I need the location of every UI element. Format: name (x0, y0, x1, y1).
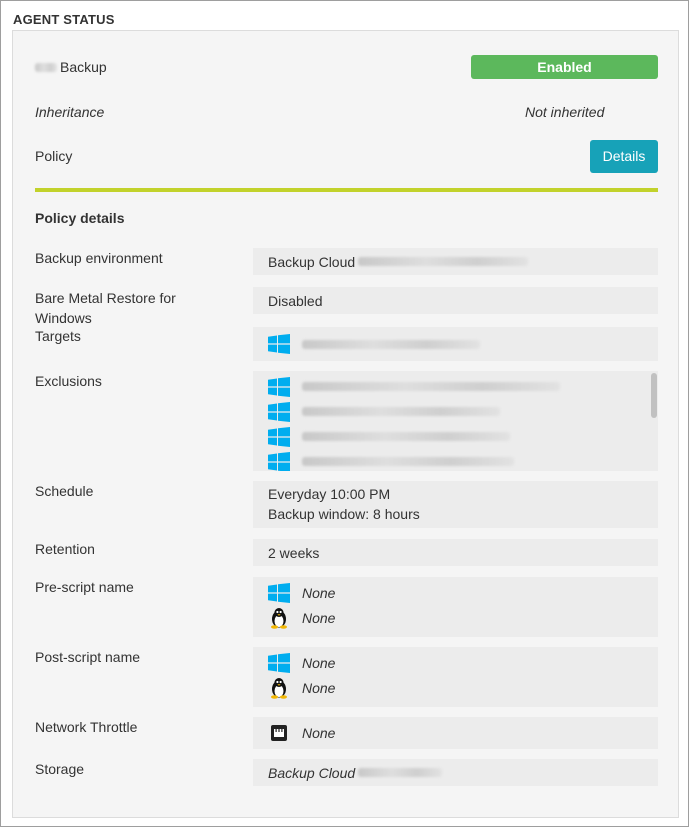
network-port-icon (268, 723, 290, 743)
redacted-path (302, 457, 514, 466)
policy-details-heading: Policy details (35, 210, 125, 226)
redacted-text (35, 62, 57, 72)
post-script-label: Post-script name (35, 649, 141, 665)
windows-icon (268, 402, 290, 422)
storage-label: Storage (35, 761, 85, 777)
exclusion-item (268, 374, 643, 399)
windows-icon (268, 653, 290, 673)
pre-script-value-box: None None (253, 577, 658, 637)
backup-environment-value-box: Backup Cloud (253, 248, 658, 275)
backup-environment-label: Backup environment (35, 250, 163, 266)
network-throttle-value-box: None (253, 717, 658, 749)
retention-label: Retention (35, 541, 95, 557)
pre-script-label: Pre-script name (35, 579, 134, 595)
storage-value-box: Backup Cloud (253, 759, 658, 786)
network-throttle-label: Network Throttle (35, 719, 138, 735)
targets-label: Targets (35, 328, 81, 344)
bare-metal-value-box: Disabled (253, 287, 658, 314)
redacted-text (358, 257, 529, 266)
post-script-value-box: None None (253, 647, 658, 707)
exclusions-label: Exclusions (35, 373, 102, 389)
windows-icon (268, 452, 290, 472)
backup-status-badge: Enabled (471, 55, 658, 79)
exclusions-scrollbar[interactable] (651, 373, 657, 418)
divider (35, 188, 658, 192)
details-button[interactable]: Details (590, 140, 658, 173)
exclusion-item (268, 399, 643, 424)
backup-environment-value: Backup Cloud (268, 253, 356, 270)
exclusion-item (268, 449, 643, 471)
policy-label: Policy (35, 148, 73, 164)
linux-icon (268, 677, 290, 699)
redacted-text (358, 768, 443, 777)
windows-icon (268, 583, 290, 603)
pre-script-windows-value: None (302, 584, 336, 601)
bare-metal-value: Disabled (268, 292, 323, 309)
schedule-value-box: Everyday 10:00 PM Backup window: 8 hours (253, 481, 658, 528)
windows-icon (268, 334, 290, 354)
inheritance-value: Not inherited (525, 104, 605, 120)
backup-row: Backup (35, 59, 107, 75)
exclusion-item (268, 424, 643, 449)
exclusions-list[interactable] (253, 371, 658, 471)
agent-status-body: Backup Enabled Inheritance Not inherited… (12, 30, 679, 818)
redacted-path (302, 339, 480, 349)
redacted-path (302, 407, 500, 416)
retention-value: 2 weeks (268, 544, 320, 561)
panel-title: AGENT STATUS (13, 12, 115, 27)
schedule-window: Backup window: 8 hours (268, 506, 420, 522)
post-script-linux-value: None (302, 679, 336, 696)
storage-value: Backup Cloud (268, 764, 356, 781)
windows-icon (268, 427, 290, 447)
post-script-windows-value: None (302, 654, 336, 671)
redacted-path (302, 382, 560, 391)
windows-icon (268, 377, 290, 397)
backup-label: Backup (60, 59, 107, 75)
linux-icon (268, 607, 290, 629)
network-throttle-value: None (302, 725, 336, 741)
agent-status-panel: AGENT STATUS Backup Enabled Inheritance … (0, 0, 689, 827)
pre-script-linux-value: None (302, 609, 336, 626)
schedule-label: Schedule (35, 483, 94, 499)
targets-value-box (253, 327, 658, 361)
bare-metal-label: Bare Metal Restore for Windows (35, 290, 176, 326)
redacted-path (302, 432, 510, 441)
schedule-time: Everyday 10:00 PM (268, 486, 391, 502)
inheritance-label: Inheritance (35, 104, 105, 120)
retention-value-box: 2 weeks (253, 539, 658, 566)
